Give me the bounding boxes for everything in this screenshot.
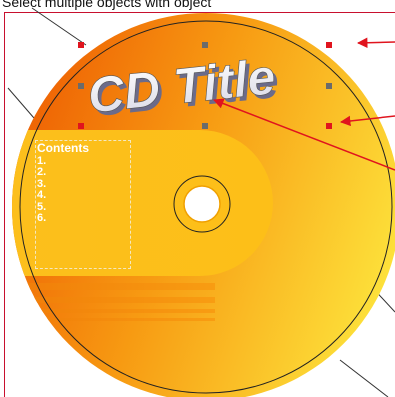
- contents-item: 4.: [37, 189, 47, 201]
- decor-stripe: [12, 297, 215, 303]
- decor-stripe: [12, 283, 215, 290]
- contents-item: 3.: [37, 177, 47, 190]
- center-hole: [183, 185, 221, 223]
- selection-handle-left[interactable]: [78, 83, 84, 89]
- callout-arrow: [356, 37, 395, 48]
- contents-title: Contents: [37, 141, 89, 155]
- selection-handle-bottom-left[interactable]: [78, 123, 84, 129]
- guide-line: [31, 7, 87, 46]
- decor-stripe: [12, 309, 215, 313]
- decor-stripe: [12, 318, 215, 321]
- selection-handle-bottom-right[interactable]: [326, 123, 332, 129]
- guide-line: [339, 359, 389, 397]
- contents-item: 1.: [37, 154, 47, 167]
- selection-handle-top[interactable]: [202, 42, 208, 48]
- contents-item: 5.: [37, 200, 47, 213]
- selection-handle-top-left[interactable]: [78, 42, 84, 48]
- contents-item: 6.: [37, 212, 47, 224]
- selection-handle-top-right[interactable]: [326, 42, 332, 48]
- selection-handle-bottom[interactable]: [202, 123, 208, 129]
- contents-item: 2.: [37, 166, 47, 178]
- selection-handle-right[interactable]: [326, 83, 332, 89]
- contents-text-frame[interactable]: Contents 1. 2. 3. 4. 5. 6.: [35, 140, 131, 269]
